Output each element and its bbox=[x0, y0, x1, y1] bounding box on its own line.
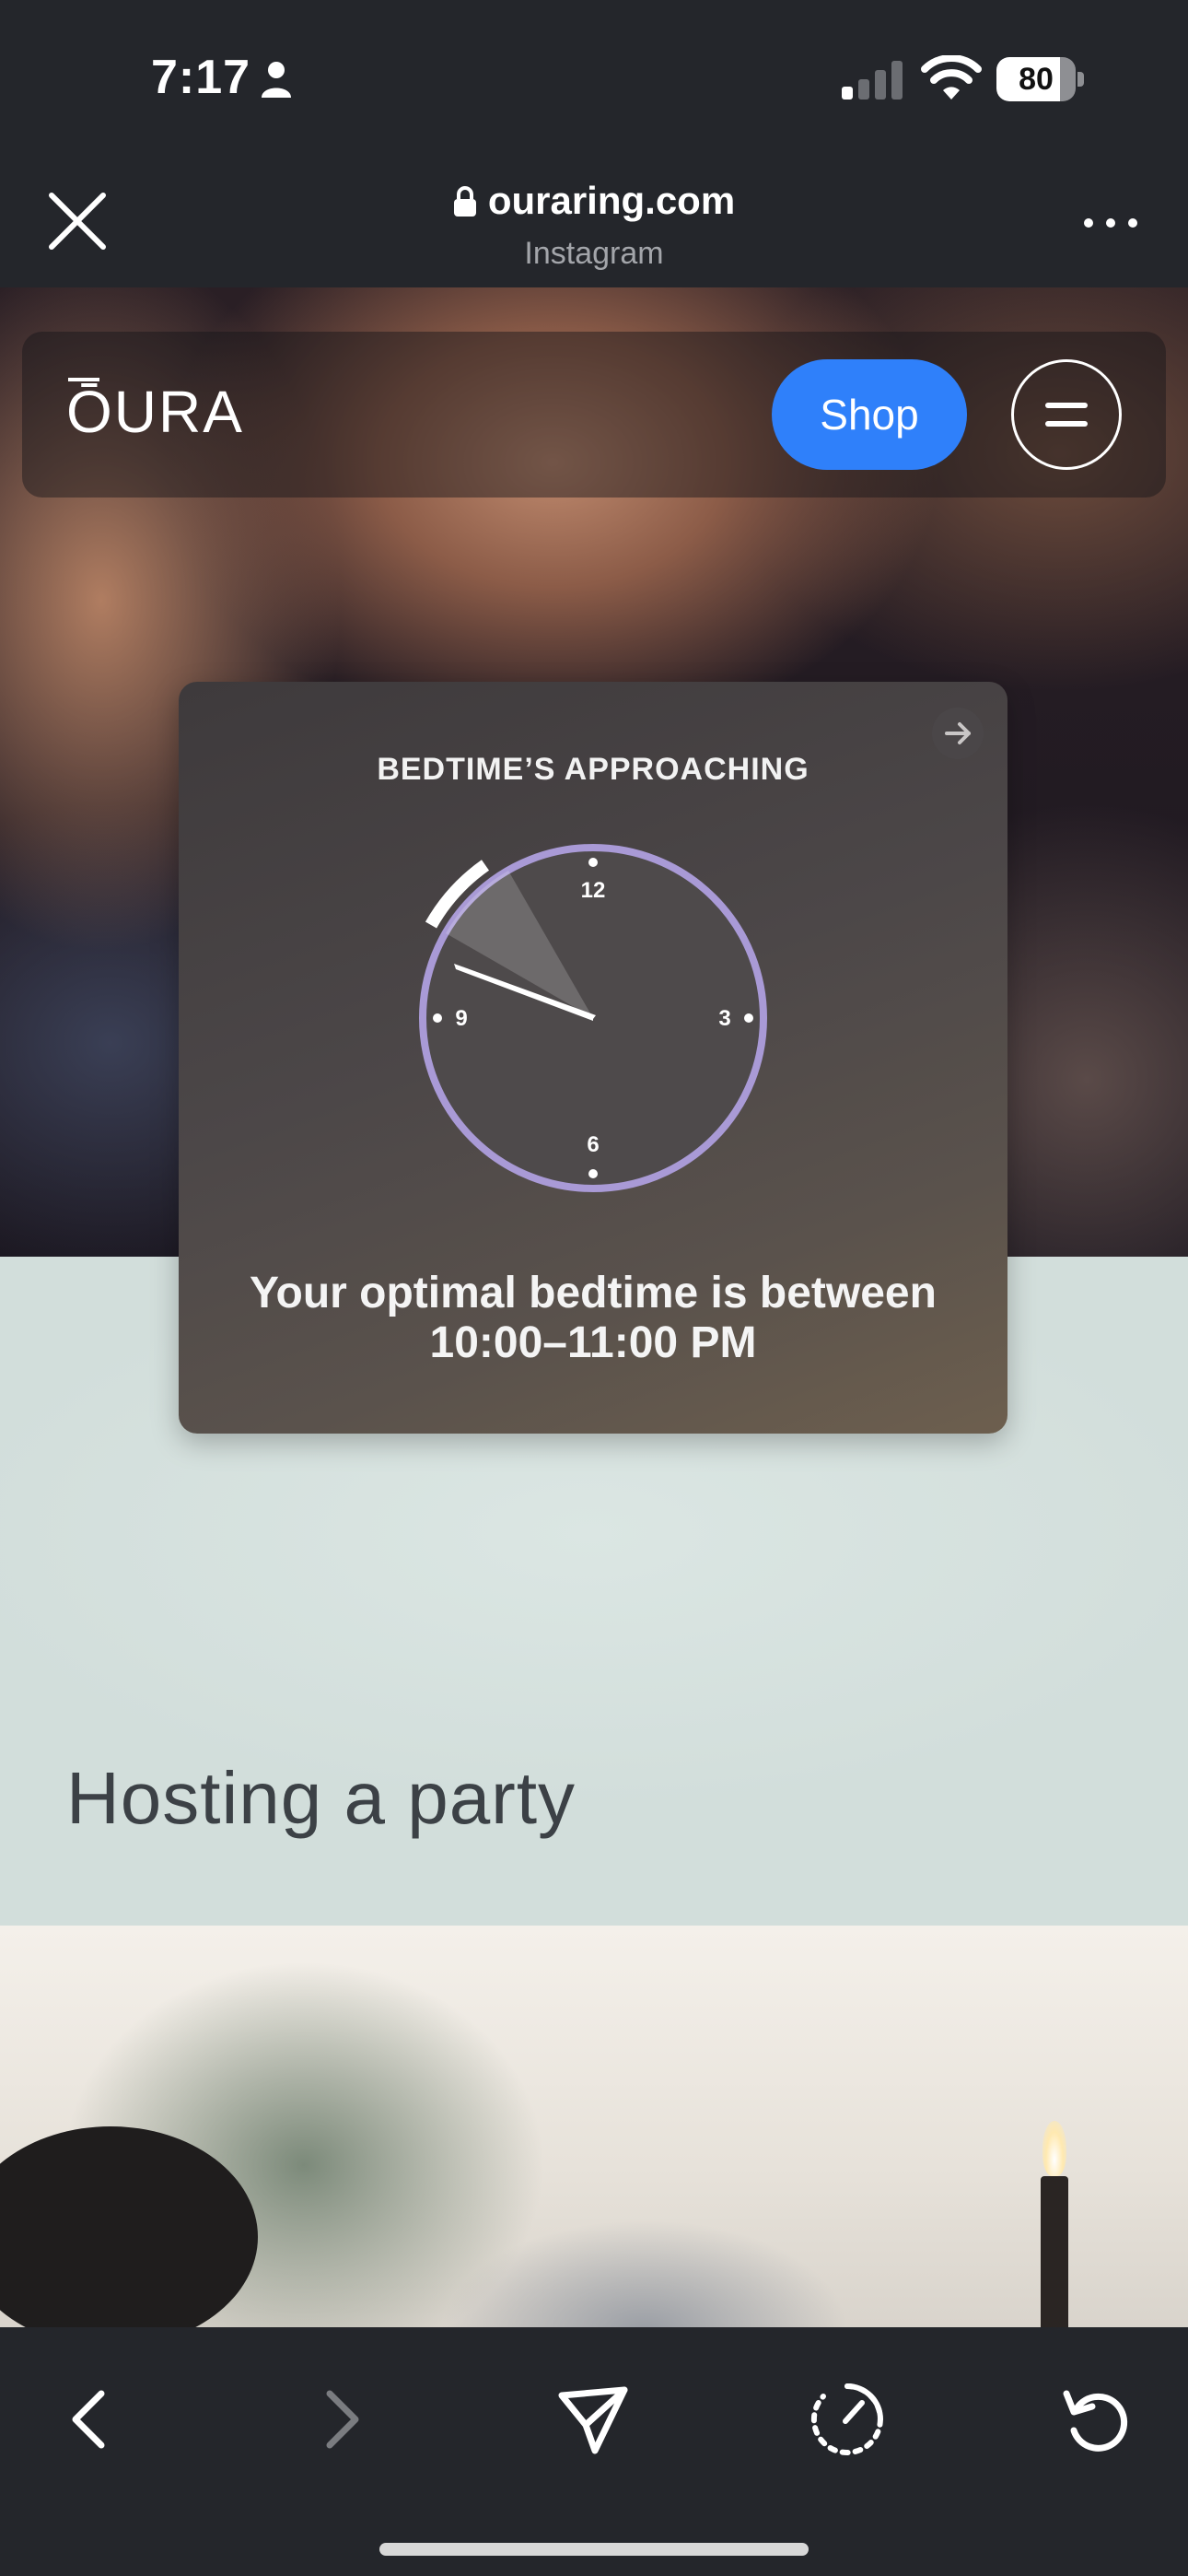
person-icon bbox=[262, 62, 291, 98]
card-eyebrow: BEDTIME’S APPROACHING bbox=[377, 752, 809, 787]
clock-label-6: 6 bbox=[587, 1132, 599, 1157]
candle-photo bbox=[1041, 2176, 1068, 2327]
oura-logo[interactable]: ŌURA bbox=[66, 378, 244, 446]
back-icon[interactable] bbox=[44, 2373, 136, 2465]
status-bar: 7:17 80 bbox=[0, 0, 1188, 157]
clock-label-12: 12 bbox=[581, 878, 606, 903]
site-nav: ŌURA Shop bbox=[22, 332, 1166, 498]
speed-icon[interactable] bbox=[801, 2373, 893, 2465]
clock-label-3: 3 bbox=[718, 1006, 730, 1031]
wifi-icon bbox=[921, 55, 982, 100]
status-time: 7:17 bbox=[151, 51, 251, 104]
more-icon[interactable] bbox=[1076, 205, 1146, 241]
menu-icon[interactable] bbox=[1011, 359, 1122, 470]
source-label: Instagram bbox=[524, 236, 664, 271]
browser-page: 7:17 80 ouraring.com Instagram Hosting a… bbox=[0, 0, 1188, 2576]
in-app-browser-bar: ouraring.com Instagram bbox=[0, 157, 1188, 287]
clock-label-9: 9 bbox=[455, 1006, 467, 1031]
candle-flame bbox=[1042, 2121, 1066, 2176]
forward-icon[interactable] bbox=[295, 2373, 387, 2465]
home-indicator[interactable] bbox=[379, 2543, 809, 2556]
share-icon[interactable] bbox=[547, 2373, 639, 2465]
bedtime-message-line2: 10:00–11:00 PM bbox=[429, 1318, 757, 1367]
reload-icon[interactable] bbox=[1052, 2373, 1144, 2465]
web-content[interactable]: Hosting a party ŌURA Shop BEDTIME’S APPR… bbox=[0, 287, 1188, 2327]
section-heading: Hosting a party bbox=[66, 1757, 577, 1839]
lock-icon bbox=[453, 186, 476, 217]
url-display[interactable]: ouraring.com bbox=[318, 179, 870, 227]
bedtime-message-line1: Your optimal bedtime is between bbox=[250, 1269, 937, 1317]
cellular-signal-icon bbox=[842, 61, 903, 100]
close-icon[interactable] bbox=[41, 184, 114, 258]
bedtime-card: BEDTIME’S APPROACHING 12 3 6 9 Your opti… bbox=[179, 682, 1007, 1434]
url-text: ouraring.com bbox=[487, 179, 736, 222]
battery-level: 80 bbox=[1019, 62, 1054, 97]
clock-dial: 12 3 6 9 bbox=[419, 844, 767, 1192]
shop-button[interactable]: Shop bbox=[772, 359, 967, 470]
battery-icon: 80 bbox=[996, 57, 1085, 101]
browser-toolbar bbox=[0, 2327, 1188, 2576]
